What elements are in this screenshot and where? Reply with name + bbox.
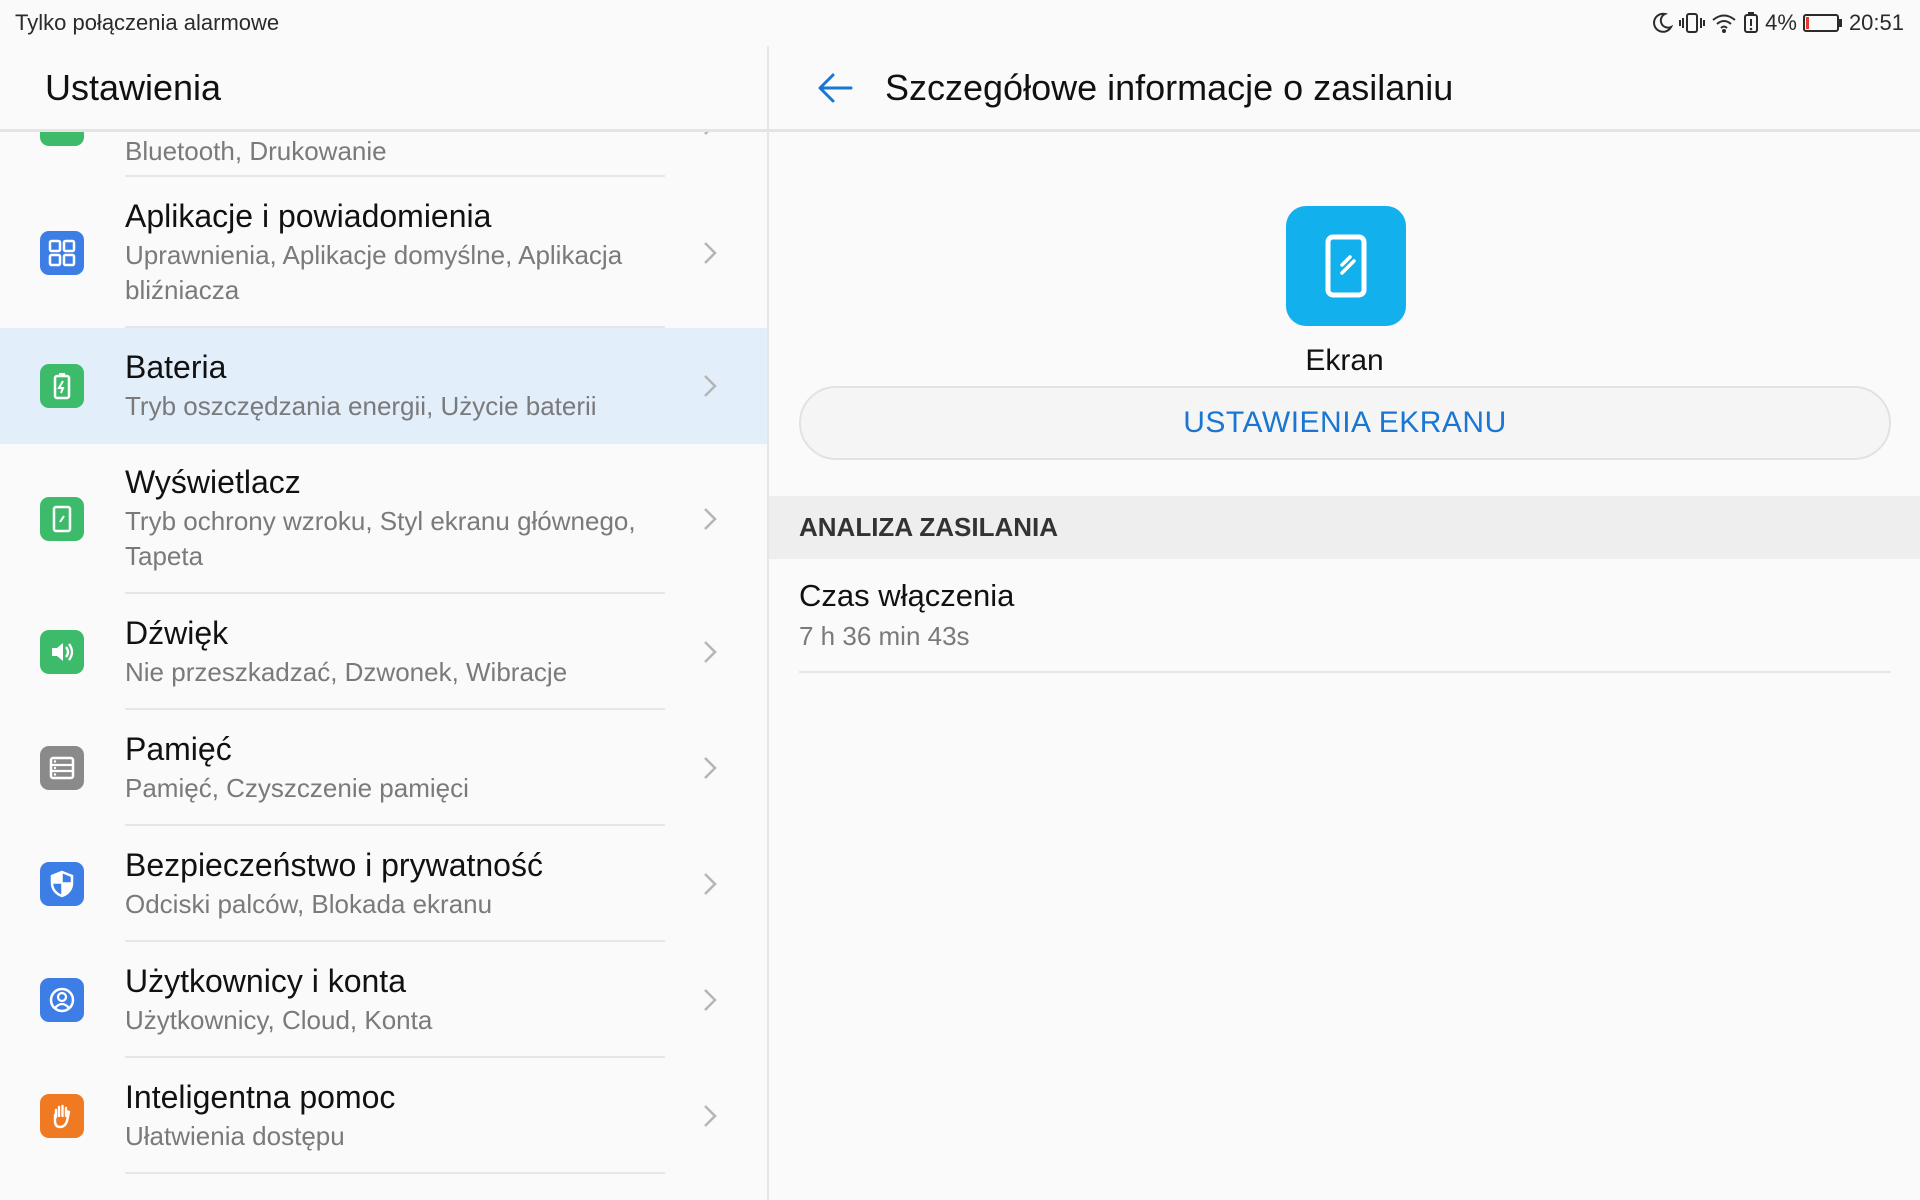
shield-icon [40, 862, 84, 906]
battery-alert-icon [1743, 12, 1759, 34]
stat-label: Czas włączenia [799, 578, 1015, 613]
chevron-right-icon [702, 754, 718, 787]
storage-icon [40, 746, 84, 790]
settings-item-subtitle: Tryb oszczędzania energii, Użycie bateri… [125, 390, 597, 421]
settings-list-pane: Ustawienia Bluetooth, Drukowanie Aplikac… [0, 46, 767, 1200]
settings-item-title: Inteligentna pomoc [125, 1078, 396, 1115]
settings-item-subtitle: Nie przeszkadzać, Dzwonek, Wibracje [125, 656, 568, 687]
power-details-pane: Szczegółowe informacje o zasilaniu Ekran… [769, 46, 1920, 1200]
settings-item-title: Wyświetlacz [125, 464, 301, 500]
battery-icon [1802, 13, 1843, 33]
hand-icon [40, 1094, 84, 1138]
settings-item-subtitle: Tryb ochrony wzroku, Styl ekranu główneg… [125, 506, 636, 571]
apps-grid-icon [40, 230, 84, 275]
chevron-right-icon [702, 505, 718, 538]
settings-item-users[interactable]: Użytkownicy i konta Użytkownicy, Cloud, … [0, 942, 767, 1058]
clock: 20:51 [1848, 10, 1904, 35]
stat-value: 7 h 36 min 43s [799, 621, 970, 651]
battery-percent: 4% [1765, 10, 1797, 35]
detail-title: Szczegółowe informacje o zasilaniu [885, 66, 1454, 108]
wifi-icon [1711, 12, 1737, 34]
settings-item-title: Aplikacje i powiadomienia [125, 197, 492, 234]
device-connectivity-icon [40, 132, 84, 146]
status-bar: Tylko połączenia alarmowe 4% 20:51 [0, 0, 1920, 46]
settings-item-security[interactable]: Bezpieczeństwo i prywatność Odciski palc… [0, 826, 767, 942]
settings-list[interactable]: Bluetooth, Drukowanie Aplikacje i powiad… [0, 132, 767, 1197]
section-header: ANALIZA ZASILANIA [769, 496, 1920, 559]
settings-item-subtitle: Ułatwienia dostępu [125, 1120, 345, 1151]
settings-item-subtitle: Odciski palców, Blokada ekranu [125, 888, 493, 919]
vibrate-icon [1679, 12, 1706, 34]
chevron-right-icon [702, 239, 718, 272]
settings-item-subtitle: Pamięć, Czyszczenie pamięci [125, 772, 469, 803]
detail-header: Szczegółowe informacje o zasilaniu [769, 46, 1920, 132]
settings-item-display[interactable]: Wyświetlacz Tryb ochrony wzroku, Styl ek… [0, 444, 767, 594]
settings-item-subtitle: Użytkownicy, Cloud, Konta [125, 1004, 433, 1035]
battery-charge-icon [40, 364, 84, 408]
chevron-right-icon [702, 372, 718, 405]
settings-item-title: Użytkownicy i konta [125, 962, 406, 999]
settings-item-sound[interactable]: Dźwięk Nie przeszkadzać, Dzwonek, Wibrac… [0, 594, 767, 710]
settings-item-subtitle: Bluetooth, Drukowanie [125, 136, 387, 166]
settings-item-storage[interactable]: Pamięć Pamięć, Czyszczenie pamięci [0, 710, 767, 826]
screen-icon [1286, 206, 1406, 326]
user-icon [40, 978, 84, 1022]
settings-item-title: Bateria [125, 348, 227, 385]
settings-header: Ustawienia [0, 46, 767, 132]
screen-on-time-row: Czas włączenia 7 h 36 min 43s [799, 559, 1891, 673]
chevron-right-icon [702, 132, 718, 143]
chevron-right-icon [702, 1102, 718, 1135]
settings-item-title: Bezpieczeństwo i prywatność [125, 846, 543, 883]
speaker-icon [40, 630, 84, 674]
settings-item-smart-assist[interactable]: Inteligentna pomoc Ułatwienia dostępu [0, 1058, 767, 1174]
app-name: Ekran [1305, 344, 1384, 377]
chevron-right-icon [702, 986, 718, 1019]
moon-icon [1651, 12, 1674, 34]
page-title: Ustawienia [45, 66, 222, 108]
settings-item-connectivity[interactable]: Bluetooth, Drukowanie [0, 132, 767, 177]
settings-item-title: Dźwięk [125, 614, 229, 651]
chevron-right-icon [702, 870, 718, 903]
status-icons: 4% 20:51 [1651, 10, 1904, 36]
chevron-right-icon [702, 638, 718, 671]
settings-item-subtitle: Uprawnienia, Aplikacje domyślne, Aplikac… [125, 239, 623, 305]
settings-item-battery[interactable]: Bateria Tryb oszczędzania energii, Użyci… [0, 328, 767, 444]
screen-settings-button[interactable]: USTAWIENIA EKRANU [799, 386, 1891, 460]
settings-item-apps[interactable]: Aplikacje i powiadomienia Uprawnienia, A… [0, 177, 767, 328]
display-icon [40, 497, 84, 541]
carrier-text: Tylko połączenia alarmowe [15, 10, 280, 35]
settings-item-title: Pamięć [125, 730, 232, 767]
back-arrow-icon[interactable] [805, 58, 865, 118]
